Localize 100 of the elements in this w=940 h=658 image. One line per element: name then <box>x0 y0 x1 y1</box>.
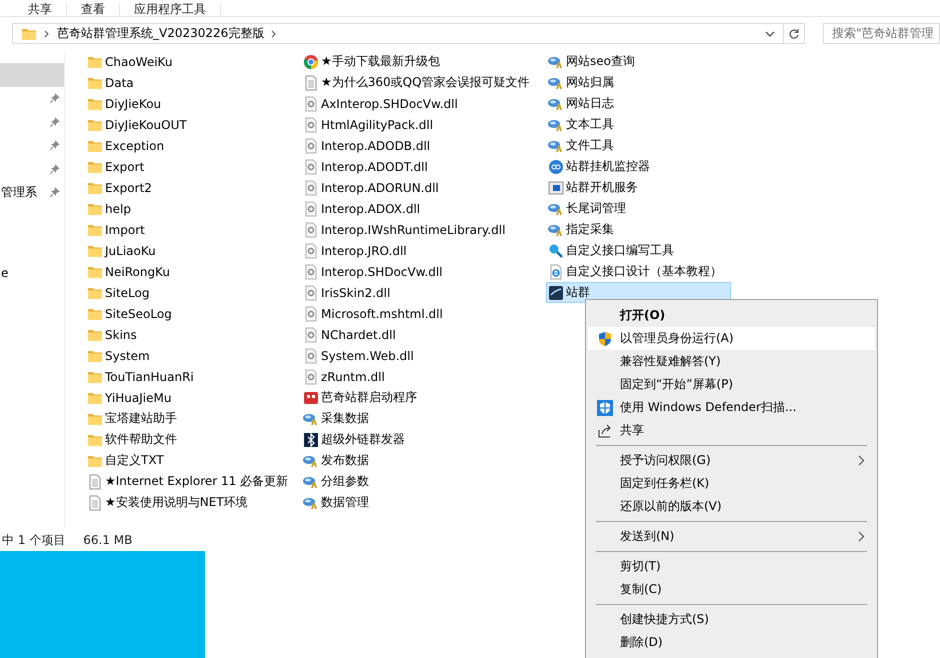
menu-item[interactable]: 固定到“开始”屏幕(P) <box>588 373 875 396</box>
pin-icon <box>50 116 60 127</box>
file-item[interactable]: IrisSkin2.dll <box>301 282 394 303</box>
web-page-icon <box>548 264 564 280</box>
file-item[interactable]: YiHuaJieMu <box>85 387 176 408</box>
file-item[interactable]: ★安装使用说明与NET环境 <box>85 492 252 513</box>
search-field[interactable]: 搜索"芭奇站群管理 <box>823 23 940 44</box>
menu-item[interactable]: 打开(O) <box>588 304 875 327</box>
menu-item[interactable]: 还原以前的版本(V) <box>588 495 875 518</box>
file-item[interactable]: Import <box>85 219 149 240</box>
file-item[interactable]: NChardet.dll <box>301 324 400 345</box>
file-item[interactable]: ★手动下载最新升级包 <box>301 51 444 72</box>
file-item[interactable]: 站群开机服务 <box>546 177 642 198</box>
file-item[interactable]: 芭奇站群启动程序 <box>301 387 421 408</box>
gear-file-icon <box>303 180 319 196</box>
file-item[interactable]: 网站日志 <box>546 93 618 114</box>
file-item[interactable]: SiteLog <box>85 282 154 303</box>
document-icon <box>303 74 319 90</box>
file-item[interactable]: HtmlAgilityPack.dll <box>301 114 438 135</box>
file-item[interactable]: 自定义TXT <box>85 450 168 471</box>
file-item[interactable]: 网站归属 <box>546 72 618 93</box>
file-item[interactable]: Interop.ADOX.dll <box>301 198 424 219</box>
file-item[interactable]: 网站seo查询 <box>546 51 639 72</box>
file-item[interactable]: Interop.ADODT.dll <box>301 156 432 177</box>
gear-file-icon <box>303 326 319 342</box>
menu-item[interactable]: 剪切(T) <box>588 555 875 578</box>
gear-file-icon <box>303 284 319 300</box>
file-item[interactable]: ChaoWeiKu <box>85 51 176 72</box>
file-item[interactable]: AxInterop.SHDocVw.dll <box>301 93 462 114</box>
file-item[interactable]: Interop.ADORUN.dll <box>301 177 443 198</box>
file-item[interactable]: 文本工具 <box>546 114 618 135</box>
file-item[interactable]: DiyJieKouOUT <box>85 114 191 135</box>
file-item[interactable]: 发布数据 <box>301 450 373 471</box>
file-item[interactable]: Interop.JRO.dll <box>301 240 411 261</box>
file-item[interactable]: ★Internet Explorer 11 必备更新 <box>85 471 292 492</box>
address-bar[interactable]: 芭奇站群管理系统_V20230226完整版 <box>12 23 805 44</box>
ribbon-tab[interactable]: 应用程序工具 <box>120 3 221 16</box>
file-item[interactable]: Data <box>85 72 138 93</box>
file-item[interactable]: 分组参数 <box>301 471 373 492</box>
menu-item[interactable]: 固定到任务栏(K) <box>588 472 875 495</box>
nav-item[interactable] <box>0 63 64 86</box>
gear-file-icon <box>303 138 319 154</box>
file-item[interactable]: Interop.SHDocVw.dll <box>301 261 447 282</box>
menu-item[interactable]: 兼容性疑难解答(Y) <box>588 350 875 373</box>
status-selection: 中 1 个项目 <box>2 532 66 548</box>
file-item[interactable]: 软件帮助文件 <box>85 429 181 450</box>
browser-icon <box>303 54 319 70</box>
file-item[interactable]: Microsoft.mshtml.dll <box>301 303 447 324</box>
menu-item[interactable]: 以管理员身份运行(A) <box>588 327 875 350</box>
file-item[interactable]: SiteSeoLog <box>85 303 176 324</box>
bluetooth-icon <box>303 432 319 448</box>
pin-icon <box>50 93 60 104</box>
nav-item[interactable]: e <box>0 261 64 284</box>
file-item[interactable]: System <box>85 345 154 366</box>
gear-file-icon <box>303 96 319 112</box>
pin-icon <box>50 164 60 174</box>
file-item[interactable]: ★为什么360或QQ管家会误报可疑文件 <box>301 72 534 93</box>
file-item[interactable]: 站群挂机监控器 <box>546 156 654 177</box>
file-item[interactable]: 长尾词管理 <box>546 198 630 219</box>
file-item[interactable]: Interop.IWshRuntimeLibrary.dll <box>301 219 510 240</box>
file-item[interactable]: 采集数据 <box>301 408 373 429</box>
file-item[interactable]: Export2 <box>85 177 156 198</box>
pin-icon <box>50 140 60 150</box>
ribbon-tab[interactable]: 查看 <box>67 3 120 16</box>
file-item[interactable]: zRuntm.dll <box>301 366 389 387</box>
dropdown-icon[interactable] <box>765 30 775 38</box>
gear-file-icon <box>303 368 319 384</box>
file-item[interactable]: 指定采集 <box>546 219 618 240</box>
refresh-icon[interactable] <box>788 28 800 40</box>
menu-item[interactable]: 发送到(N) <box>588 525 875 548</box>
file-item[interactable]: 自定义接口编写工具 <box>546 240 678 261</box>
menu-item[interactable]: 授予访问权限(G) <box>588 449 875 472</box>
nav-item-label: e <box>1 266 8 280</box>
file-item[interactable]: Skins <box>85 324 141 345</box>
file-item[interactable]: DiyJieKou <box>85 93 166 114</box>
menu-item[interactable]: 使用 Windows Defender扫描... <box>588 396 875 419</box>
file-item[interactable]: 数据管理 <box>301 492 373 513</box>
ribbon-tab[interactable]: 共享 <box>0 3 67 16</box>
nav-item[interactable]: 管理系 <box>0 180 64 204</box>
nav-item-label: 管理系 <box>1 184 37 201</box>
file-item[interactable]: Exception <box>85 135 168 156</box>
file-item[interactable]: 自定义接口设计（基本教程） <box>546 261 726 282</box>
file-item[interactable]: TouTianHuanRi <box>85 366 198 387</box>
file-item[interactable]: Interop.ADODB.dll <box>301 135 434 156</box>
menu-item[interactable]: 删除(D) <box>588 631 875 654</box>
menu-item[interactable]: 复制(C) <box>588 578 875 601</box>
app-icon <box>303 390 319 406</box>
file-item[interactable]: 宝塔建站助手 <box>85 408 181 429</box>
file-item[interactable]: Export <box>85 156 148 177</box>
file-item[interactable]: 超级外链群发器 <box>301 429 409 450</box>
chevron-right-icon[interactable] <box>270 30 278 38</box>
gear-file-icon <box>303 116 319 132</box>
file-item[interactable]: help <box>85 198 135 219</box>
file-item[interactable]: System.Web.dll <box>301 345 418 366</box>
file-item[interactable]: JuLiaoKu <box>85 240 160 261</box>
file-item[interactable]: NeiRongKu <box>85 261 174 282</box>
gear-file-icon <box>303 348 319 364</box>
menu-item[interactable]: 共享 <box>588 419 875 442</box>
menu-item[interactable]: 创建快捷方式(S) <box>588 608 875 631</box>
file-item[interactable]: 文件工具 <box>546 135 618 156</box>
